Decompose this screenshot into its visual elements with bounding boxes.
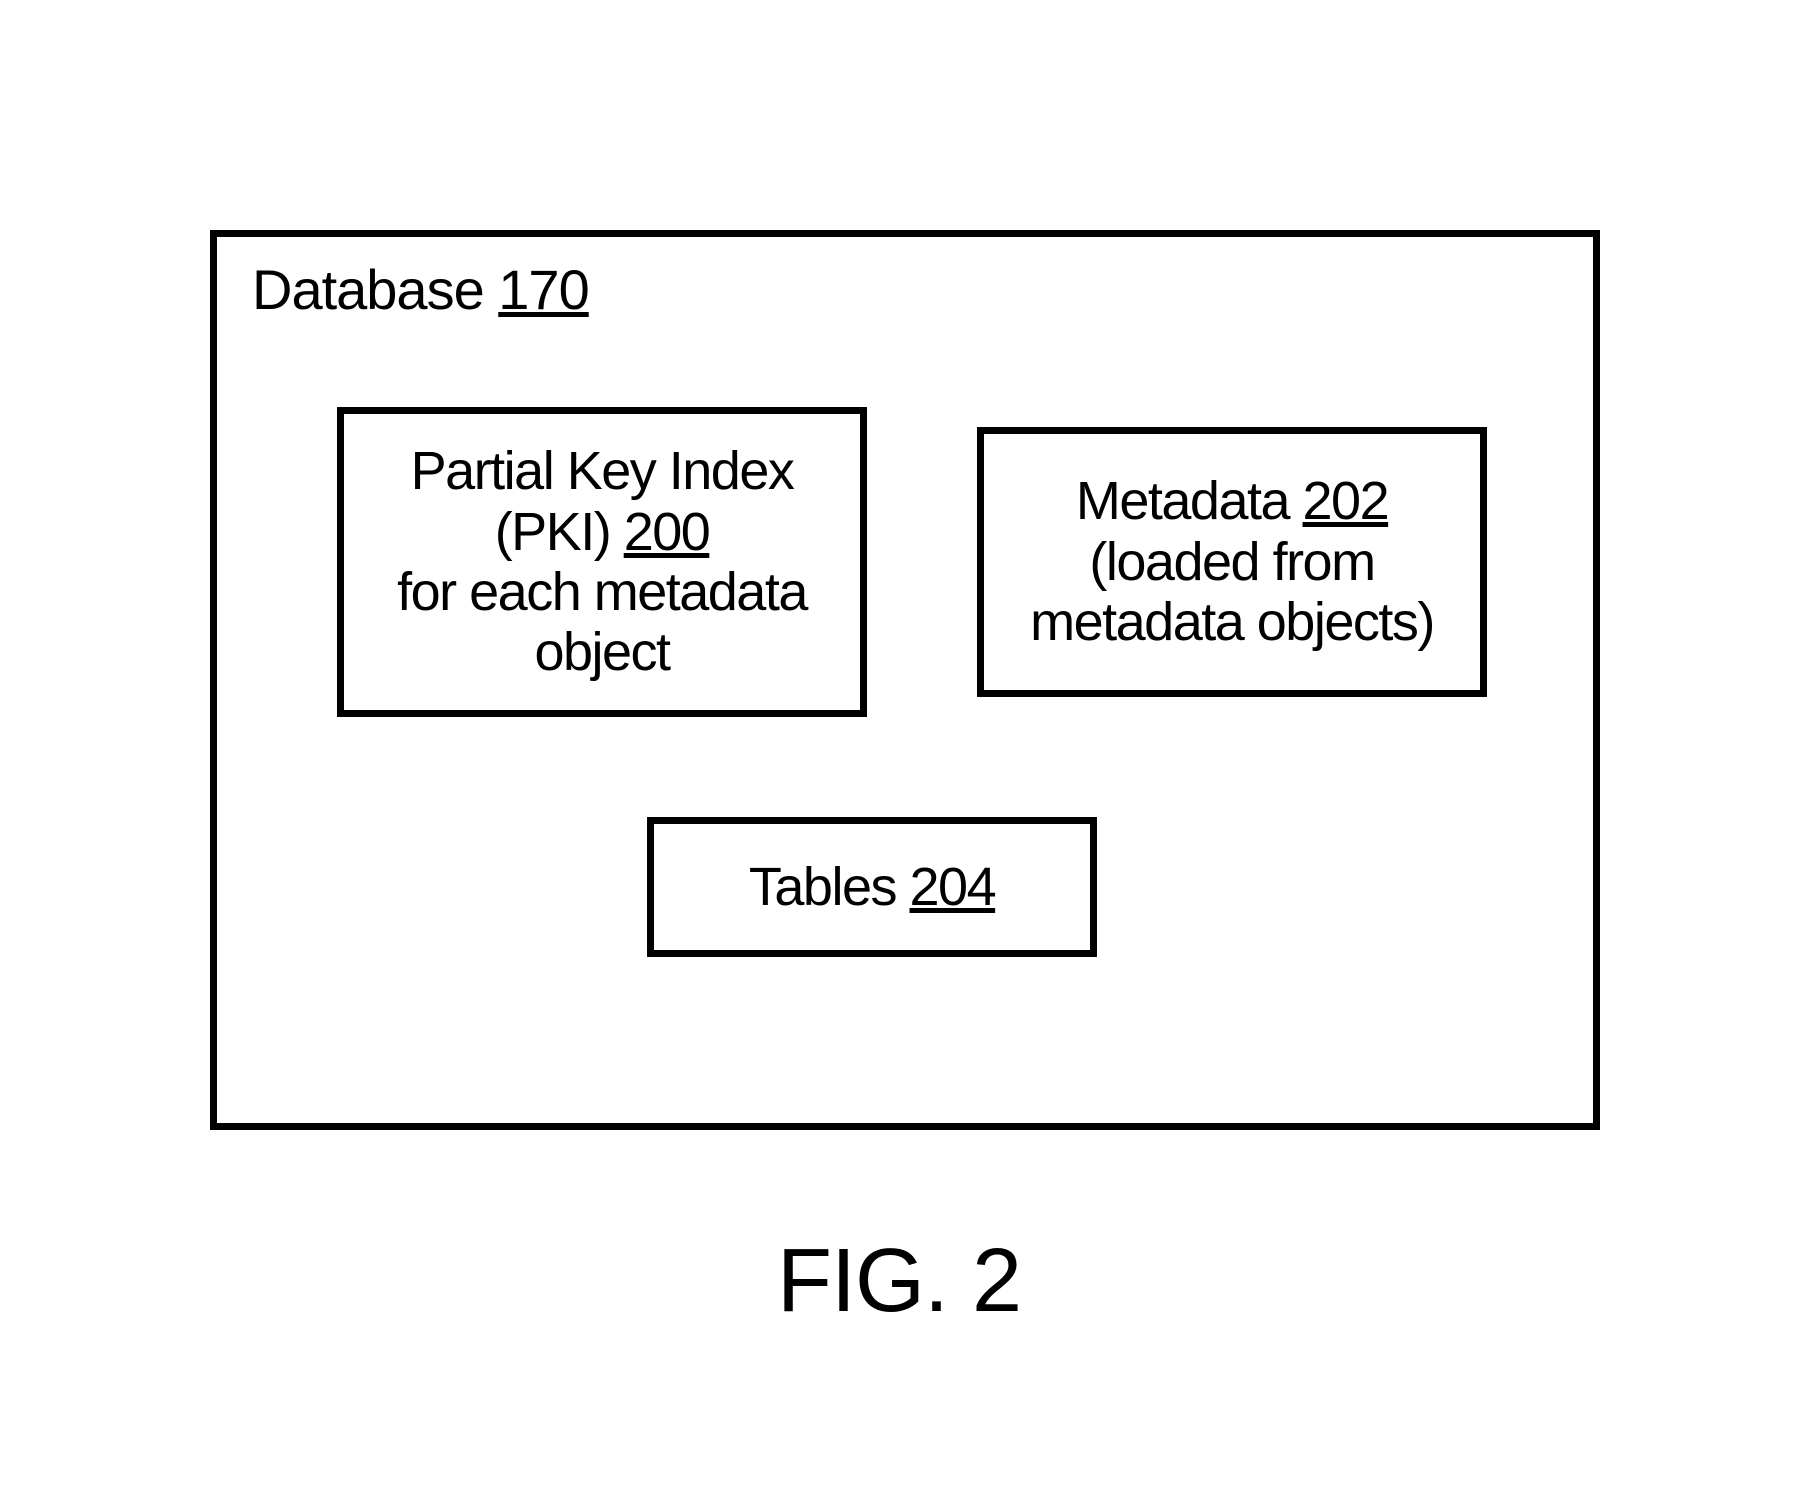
pki-line4: object	[534, 622, 669, 682]
tables-line: Tables 204	[749, 857, 995, 917]
pki-line3: for each metadata	[397, 562, 807, 622]
pki-content: Partial Key Index (PKI) 200 for each met…	[337, 407, 867, 717]
metadata-number: 202	[1303, 471, 1389, 531]
metadata-content: Metadata 202 (loaded from metadata objec…	[977, 427, 1487, 697]
database-number: 170	[498, 258, 588, 321]
database-label-text: Database	[252, 258, 498, 321]
tables-number: 204	[910, 857, 996, 917]
metadata-line1: Metadata 202	[1076, 471, 1388, 531]
database-label: Database 170	[252, 257, 589, 322]
tables-content: Tables 204	[647, 817, 1097, 957]
pki-line1: Partial Key Index	[411, 441, 794, 501]
tables-box: Tables 204	[647, 817, 1097, 957]
metadata-box: Metadata 202 (loaded from metadata objec…	[977, 427, 1487, 697]
figure-caption: FIG. 2	[0, 1230, 1798, 1333]
database-container: Database 170 Partial Key Index (PKI) 200…	[210, 230, 1600, 1130]
metadata-line3: metadata objects)	[1030, 592, 1434, 652]
pki-line2: (PKI) 200	[495, 502, 710, 562]
pki-box: Partial Key Index (PKI) 200 for each met…	[337, 407, 867, 717]
metadata-line2: (loaded from	[1089, 532, 1374, 592]
pki-number: 200	[624, 502, 710, 562]
